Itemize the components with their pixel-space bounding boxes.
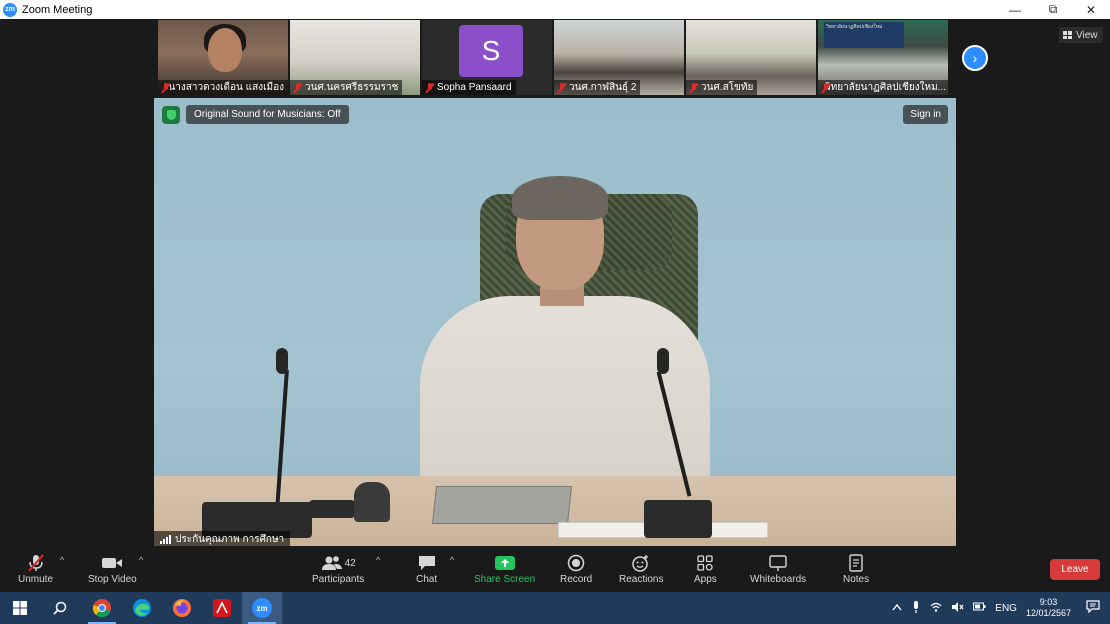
avatar: S bbox=[459, 25, 523, 77]
active-speaker-video[interactable]: Original Sound for Musicians: Off Sign i… bbox=[154, 98, 956, 547]
stop-video-label: Stop Video bbox=[88, 574, 137, 585]
shield-icon[interactable] bbox=[162, 105, 180, 124]
chevron-right-icon: › bbox=[972, 50, 978, 66]
video-camera-icon bbox=[101, 552, 123, 574]
share-screen-icon bbox=[494, 552, 516, 574]
apps-button[interactable]: Apps bbox=[694, 552, 717, 585]
participant-thumbnail[interactable]: วนศ.สโขทัย bbox=[686, 20, 816, 95]
chat-button[interactable]: Chat bbox=[416, 552, 437, 585]
zoom-taskbar-icon[interactable]: zm bbox=[242, 592, 282, 624]
chrome-icon[interactable] bbox=[82, 592, 122, 624]
participant-name: วนศ.นครศรีธรรมราช bbox=[305, 82, 399, 93]
chat-options-caret[interactable]: ^ bbox=[450, 555, 454, 565]
participant-name: วนศ.สโขทัย bbox=[701, 82, 754, 93]
participants-icon: 42 bbox=[321, 552, 356, 574]
participants-options-caret[interactable]: ^ bbox=[376, 555, 380, 565]
minimize-button[interactable]: — bbox=[996, 0, 1034, 19]
meeting-toolbar: Unmute ^ Stop Video ^ 42 Participants ^ … bbox=[0, 546, 1110, 592]
unmute-label: Unmute bbox=[18, 574, 54, 585]
mic-muted-icon bbox=[162, 82, 169, 93]
notes-button[interactable]: Notes bbox=[843, 552, 869, 585]
edge-icon[interactable] bbox=[122, 592, 162, 624]
window-titlebar: zm Zoom Meeting — ⧉ ✕ bbox=[0, 0, 1110, 19]
restore-button[interactable]: ⧉ bbox=[1034, 0, 1072, 19]
wifi-icon[interactable] bbox=[930, 602, 942, 615]
mic-muted-icon bbox=[26, 552, 46, 574]
windows-taskbar: zm ENG 9:03 12/01/2567 bbox=[0, 592, 1110, 624]
speaker-name: ประกันคุณภาพ การศึกษา bbox=[175, 533, 285, 545]
meeting-area: นางสาวดวงเดือน แสงเมือง วนศ.นครศรีธรรมรา… bbox=[0, 19, 1110, 547]
search-icon[interactable] bbox=[40, 592, 80, 624]
windows-start-icon[interactable] bbox=[0, 592, 40, 624]
video-options-caret[interactable]: ^ bbox=[139, 555, 143, 565]
whiteboards-label: Whiteboards bbox=[750, 574, 807, 585]
speaker-muted-icon[interactable] bbox=[951, 601, 964, 615]
whiteboard-icon bbox=[768, 552, 788, 574]
close-button[interactable]: ✕ bbox=[1072, 0, 1110, 19]
microphone-icon[interactable] bbox=[911, 600, 921, 616]
participant-name: Sopha Pansaard bbox=[437, 82, 512, 93]
notification-icon[interactable] bbox=[1086, 600, 1100, 616]
next-page-button[interactable]: › bbox=[962, 45, 988, 71]
notes-label: Notes bbox=[843, 574, 870, 585]
view-label: View bbox=[1076, 29, 1098, 41]
original-sound-button[interactable]: Original Sound for Musicians: Off bbox=[186, 105, 349, 124]
smiley-face-icon bbox=[631, 552, 651, 574]
chat-label: Chat bbox=[416, 574, 438, 585]
firefox-icon[interactable] bbox=[162, 592, 202, 624]
participant-thumbnail[interactable]: วนศ.นครศรีธรรมราช bbox=[290, 20, 420, 95]
apps-label: Apps bbox=[694, 574, 717, 585]
participant-name: วนศ.กาฬสินธุ์ 2 bbox=[569, 82, 637, 93]
mic-muted-icon bbox=[294, 82, 302, 93]
share-screen-label: Share Screen bbox=[474, 574, 536, 585]
reactions-label: Reactions bbox=[619, 574, 664, 585]
participants-button[interactable]: 42 Participants bbox=[312, 552, 364, 585]
mic-muted-icon bbox=[426, 82, 434, 93]
clock-date: 12/01/2567 bbox=[1025, 608, 1071, 618]
record-label: Record bbox=[560, 574, 593, 585]
battery-icon[interactable] bbox=[973, 602, 986, 614]
share-screen-button[interactable]: Share Screen bbox=[474, 552, 535, 585]
school-banner: วิทยาลัยนาฏศิลปเชียงใหม่ bbox=[824, 22, 904, 48]
reactions-button[interactable]: Reactions bbox=[619, 552, 663, 585]
system-tray: ENG 9:03 12/01/2567 bbox=[892, 597, 1110, 619]
participant-thumbnail[interactable]: วิทยาลัยนาฏศิลปเชียงใหม่ วิทยาลัยนาฏศิลป… bbox=[818, 20, 948, 95]
clock[interactable]: 9:03 12/01/2567 bbox=[1026, 597, 1071, 619]
participants-label: Participants bbox=[312, 574, 365, 585]
participant-name: นางสาวดวงเดือน แสงเมือง bbox=[168, 82, 284, 93]
clock-time: 9:03 bbox=[1039, 597, 1058, 607]
signal-strength-icon bbox=[160, 534, 171, 544]
audio-options-caret[interactable]: ^ bbox=[60, 555, 64, 565]
participant-thumbnail[interactable]: S Sopha Pansaard bbox=[422, 20, 552, 95]
leave-button[interactable]: Leave bbox=[1050, 559, 1100, 580]
notes-icon bbox=[848, 552, 864, 574]
participant-name: วิทยาลัยนาฏศิลปเชียงใหม... bbox=[825, 82, 947, 93]
zoom-icon: zm bbox=[252, 598, 272, 618]
language-indicator[interactable]: ENG bbox=[995, 603, 1017, 614]
apps-icon bbox=[696, 552, 714, 574]
mic-muted-icon bbox=[558, 82, 566, 93]
chat-bubble-icon bbox=[417, 552, 437, 574]
speaker-name-label: ประกันคุณภาพ การศึกษา bbox=[154, 531, 291, 547]
record-button[interactable]: Record bbox=[560, 552, 592, 585]
stop-video-button[interactable]: Stop Video bbox=[88, 552, 137, 585]
grid-view-icon bbox=[1063, 31, 1072, 39]
record-icon bbox=[567, 552, 585, 574]
whiteboards-button[interactable]: Whiteboards bbox=[750, 552, 806, 585]
view-button[interactable]: View bbox=[1059, 27, 1103, 43]
zoom-logo-icon: zm bbox=[3, 2, 17, 17]
participant-thumbnail[interactable]: วนศ.กาฬสินธุ์ 2 bbox=[554, 20, 684, 95]
participants-count: 42 bbox=[344, 557, 356, 569]
chevron-up-icon[interactable] bbox=[892, 603, 902, 614]
participant-thumbnail[interactable]: นางสาวดวงเดือน แสงเมือง bbox=[158, 20, 288, 95]
mic-muted-icon bbox=[690, 82, 698, 93]
sign-in-button[interactable]: Sign in bbox=[903, 105, 948, 124]
acrobat-icon[interactable] bbox=[202, 592, 242, 624]
unmute-button[interactable]: Unmute bbox=[18, 552, 53, 585]
participant-strip: นางสาวดวงเดือน แสงเมือง วนศ.นครศรีธรรมรา… bbox=[158, 20, 948, 95]
window-title: Zoom Meeting bbox=[22, 3, 93, 16]
